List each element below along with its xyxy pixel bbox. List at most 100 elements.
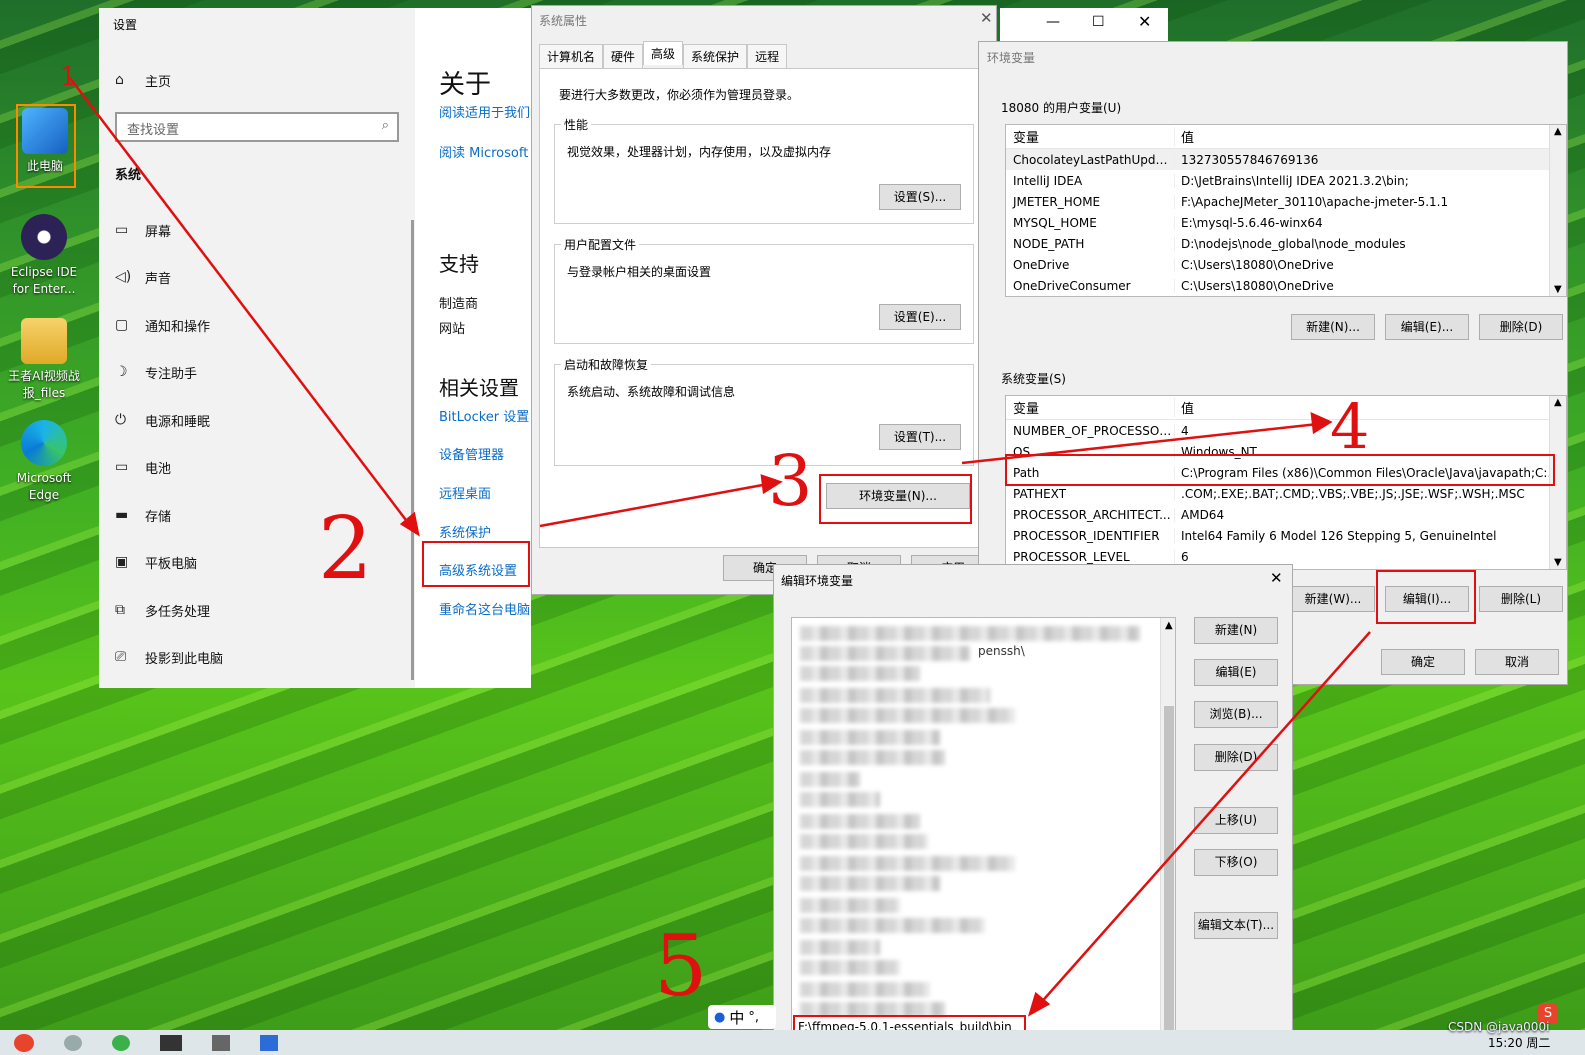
close-icon[interactable]: ✕ [980,9,993,27]
link-system-protection[interactable]: 系统保护 [439,522,491,541]
link-bitlocker[interactable]: BitLocker 设置 [439,406,529,425]
cell: OneDrive [1013,257,1070,272]
chevron-up-icon[interactable]: ▲ [1554,397,1562,408]
ime-indicator[interactable]: ● 中 °, [708,1005,776,1029]
table-row[interactable]: IntelliJ IDEA D:\JetBrains\IntelliJ IDEA … [1006,170,1566,191]
col-var[interactable]: 变量 [1006,398,1174,417]
taskbar-app-icon[interactable] [64,1035,82,1051]
chevron-down-icon[interactable]: ▼ [1554,557,1562,568]
edge-icon [21,420,67,466]
user-edit-button[interactable]: 编辑(E)... [1385,314,1469,340]
nav-sound[interactable]: ◁) 声音 [115,265,171,289]
user-new-button[interactable]: 新建(N)... [1291,314,1375,340]
close-icon[interactable]: ✕ [1138,12,1151,31]
table-row[interactable]: NODE_PATH D:\nodejs\node_global\node_modu… [1006,233,1566,254]
new-entry-button[interactable]: 新建(N) [1194,617,1278,644]
user-profile-settings-button[interactable]: 设置(E)... [879,304,961,330]
table-row[interactable]: PATHEXT .COM;.EXE;.BAT;.CMD;.VBS;.VBE;.JS… [1006,483,1566,504]
monitor-icon: ▭ [115,222,129,238]
tab-computer-name[interactable]: 计算机名 [539,44,604,68]
col-var[interactable]: 变量 [1006,127,1174,146]
tab-advanced[interactable]: 高级 [643,41,684,65]
table-row[interactable]: NUMBER_OF_PROCESSORS 4 [1006,420,1566,441]
annotation-box-advanced [422,541,530,587]
nav-power[interactable]: ⏻ 电源和睡眠 [115,408,210,432]
tab-remote[interactable]: 远程 [747,44,788,68]
desktop-icon-folder[interactable]: 王者AI视频战报_files [8,318,80,402]
nav-focus[interactable]: ☽ 专注助手 [115,360,197,384]
annotation-number-3: 3 [768,440,813,522]
desktop-icon-edge[interactable]: Microsoft Edge [8,420,80,504]
clock[interactable]: 15:20 周二 [1488,1034,1550,1051]
sidebar-scrollbar[interactable] [411,220,414,680]
nav-label: 专注助手 [145,366,198,382]
cell: C:\Users\18080\OneDrive [1174,257,1566,272]
nav-tablet[interactable]: ▣ 平板电脑 [115,550,197,574]
taskbar-app-icon[interactable] [212,1035,230,1051]
cell: MYSQL_HOME [1013,215,1097,230]
nav-storage[interactable]: ▬ 存储 [115,503,171,527]
table-row[interactable]: OneDriveConsumer C:\Users\18080\OneDrive [1006,275,1566,296]
about-link-1[interactable]: 阅读适用于我们 [439,102,531,121]
table-row[interactable]: OneDrive C:\Users\18080\OneDrive [1006,254,1566,275]
settings-window: 设置 ⌂ 主页 查找设置 ⌕ 系统 ▭ 屏幕 ◁) 声音 ▢ 通知和操作 ☽ 专注助手 ⏻ 电… [99,8,531,688]
scroll-thumb[interactable] [1164,706,1174,1036]
envvars-ok-button[interactable]: 确定 [1381,649,1465,675]
folder-icon [21,318,67,364]
maximize-icon[interactable]: ☐ [1092,14,1105,30]
performance-settings-button[interactable]: 设置(S)... [879,184,961,210]
link-rename-pc[interactable]: 重命名这台电脑 [439,599,530,618]
desktop-icon-eclipse[interactable]: Eclipse IDE for Enter... [8,214,80,298]
move-up-button[interactable]: 上移(U) [1194,807,1278,834]
start-icon[interactable] [14,1034,34,1052]
envvars-cancel-button[interactable]: 取消 [1475,649,1559,675]
table-row[interactable]: PROCESSOR_IDENTIFIER Intel64 Family 6 Mod… [1006,525,1566,546]
table-row[interactable]: PROCESSOR_ARCHITECT... AMD64 [1006,504,1566,525]
nav-multitask[interactable]: ⧉ 多任务处理 [115,598,210,622]
edit-text-button[interactable]: 编辑文本(T)... [1194,912,1278,939]
list-scrollbar[interactable]: ▲ [1160,618,1175,1036]
table-row[interactable]: MYSQL_HOME E:\mysql-5.6.46-winx64 [1006,212,1566,233]
tab-system-protection[interactable]: 系统保护 [683,44,748,68]
nav-battery[interactable]: ▭ 电池 [115,455,171,479]
path-entries-list[interactable]: penssh\ F:\ffmpeg-5.0.1-essentials_build… [791,617,1176,1037]
col-val[interactable]: 值 [1174,398,1566,417]
chevron-up-icon[interactable]: ▲ [1165,620,1173,631]
chevron-up-icon[interactable]: ▲ [1554,126,1562,137]
blurred-entry [800,730,940,745]
nav-project[interactable]: ⎚ 投影到此电脑 [115,645,223,669]
table-row[interactable]: ChocolateyLastPathUpdate 1327305578467691… [1006,149,1566,170]
nav-label: 多任务处理 [145,604,211,620]
advanced-panel: 要进行大多数更改，你必须作为管理员登录。 性能 视觉效果，处理器计划，内存使用，… [539,68,989,548]
col-val[interactable]: 值 [1174,127,1566,146]
taskbar-app-icon[interactable] [260,1035,278,1051]
browse-button[interactable]: 浏览(B)... [1194,701,1278,728]
nav-home[interactable]: ⌂ 主页 [115,68,171,92]
delete-entry-button[interactable]: 删除(D) [1194,744,1278,771]
about-link-2[interactable]: 阅读 Microsoft [439,142,531,161]
taskbar-app-icon[interactable] [160,1035,182,1051]
link-device-manager[interactable]: 设备管理器 [439,444,504,463]
nav-display[interactable]: ▭ 屏幕 [115,218,171,242]
link-remote-desktop[interactable]: 远程桌面 [439,483,491,502]
startup-settings-button[interactable]: 设置(T)... [879,424,961,450]
edit-environment-variable-dialog: 编辑环境变量 ✕ penssh\ F:\ffmpeg-5.0.1-essenti… [773,564,1293,1044]
chevron-down-icon[interactable]: ▼ [1554,284,1562,295]
user-delete-button[interactable]: 删除(D) [1479,314,1563,340]
table-row[interactable]: JMETER_HOME F:\ApacheJMeter_30110\apache-… [1006,191,1566,212]
edit-entry-button[interactable]: 编辑(E) [1194,659,1278,686]
taskbar-app-icon[interactable] [112,1035,130,1051]
multitask-icon: ⧉ [115,602,125,618]
move-down-button[interactable]: 下移(O) [1194,849,1278,876]
minimize-icon[interactable]: — [1046,14,1060,30]
user-vars-scrollbar[interactable]: ▲ ▼ [1549,125,1566,296]
annotation-number-5: 5 [654,917,708,1015]
system-delete-button[interactable]: 删除(L) [1479,586,1563,612]
search-input[interactable]: 查找设置 ⌕ [115,112,399,142]
nav-notifications[interactable]: ▢ 通知和操作 [115,313,210,337]
table-header: 变量值 [1006,396,1566,420]
system-new-button[interactable]: 新建(W)... [1291,586,1375,612]
close-icon[interactable]: ✕ [1270,569,1283,587]
tab-hardware[interactable]: 硬件 [603,44,644,68]
user-vars-table[interactable]: 变量值 ChocolateyLastPathUpdate 132730557846… [1005,124,1567,297]
